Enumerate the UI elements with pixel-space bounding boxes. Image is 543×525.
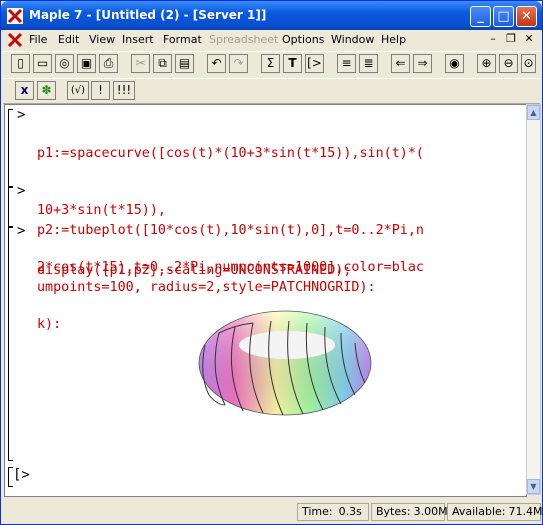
- copy-icon[interactable]: ⧉: [153, 54, 172, 73]
- maple-leaf-icon[interactable]: ✽: [37, 81, 56, 100]
- open-url-icon[interactable]: ◎: [55, 54, 74, 73]
- menu-insert[interactable]: Insert: [122, 33, 154, 46]
- forward-arrow-icon[interactable]: ⇒: [413, 54, 432, 73]
- menu-view[interactable]: View: [89, 33, 115, 46]
- available-label: Available:: [452, 505, 506, 518]
- prompt: >: [17, 223, 26, 239]
- status-bytes: Bytes: 3.00M: [371, 503, 448, 521]
- zoom-more-icon[interactable]: ⊙: [521, 54, 536, 73]
- menu-file[interactable]: File: [29, 33, 47, 46]
- doc-minimize-icon[interactable]: –: [485, 32, 501, 46]
- close-icon: ✕: [521, 9, 532, 24]
- status-time: Time: 0.3s: [297, 503, 369, 521]
- input-line[interactable]: display({p1,p2},scaling=UNCONSTRAINED);: [37, 223, 351, 318]
- code-line: display({p1,p2},scaling=UNCONSTRAINED);: [37, 263, 352, 278]
- doc-restore-icon[interactable]: ❐: [503, 32, 519, 46]
- new-file-icon[interactable]: ▯: [11, 54, 30, 73]
- redo-icon[interactable]: ↷: [229, 54, 248, 73]
- status-bar: Time: 0.3s Bytes: 3.00M Available: 71.4M: [1, 500, 542, 522]
- maximize-button[interactable]: □: [493, 6, 514, 27]
- bytes-label: Bytes:: [376, 505, 411, 518]
- menu-edit[interactable]: Edit: [58, 33, 79, 46]
- undo-icon[interactable]: ↶: [207, 54, 226, 73]
- torus-plot[interactable]: [185, 305, 385, 425]
- execute-all-button[interactable]: !!!: [113, 81, 135, 100]
- scroll-up-arrow-icon[interactable]: ▲: [527, 105, 540, 120]
- open-file-icon[interactable]: ▭: [33, 54, 52, 73]
- paste-icon[interactable]: ▤: [175, 54, 194, 73]
- title-bar: Maple 7 - [Untitled (2) - [Server 1]] _ …: [1, 1, 542, 30]
- execution-group-bracket[interactable]: [8, 227, 13, 461]
- available-value: 71.4M: [508, 505, 543, 518]
- insert-execution-group-button[interactable]: [>: [305, 54, 324, 73]
- minimize-button[interactable]: _: [470, 6, 491, 27]
- bytes-value: 3.00M: [413, 505, 448, 518]
- execution-group-bracket[interactable]: [8, 187, 13, 227]
- text-input-toggle-button[interactable]: (√): [67, 81, 89, 100]
- prompt: >: [17, 183, 26, 199]
- window-title: Maple 7 - [Untitled (2) - [Server 1]]: [29, 8, 267, 22]
- menu-spreadsheet[interactable]: Spreadsheet: [209, 33, 278, 46]
- back-arrow-icon[interactable]: ⇐: [391, 54, 410, 73]
- vertical-scrollbar[interactable]: ▲ ▼: [526, 104, 541, 495]
- close-button[interactable]: ✕: [516, 6, 537, 27]
- insert-math-button[interactable]: Σ: [261, 54, 280, 73]
- menu-window[interactable]: Window: [331, 33, 374, 46]
- outdent-icon[interactable]: ≡: [337, 54, 356, 73]
- menu-format[interactable]: Format: [163, 33, 202, 46]
- cut-icon[interactable]: ✂: [131, 54, 150, 73]
- execution-group-bracket[interactable]: [8, 109, 13, 187]
- code-line: p1:=spacecurve([cos(t)*(10+3*sin(t*15)),…: [37, 146, 424, 161]
- worksheet[interactable]: > p1:=spacecurve([cos(t)*(10+3*sin(t*15)…: [4, 104, 527, 497]
- maximize-icon: □: [497, 9, 510, 24]
- menu-bar: File Edit View Insert Format Spreadsheet…: [1, 30, 542, 50]
- maple-app-icon[interactable]: [7, 8, 23, 24]
- execute-button[interactable]: !: [91, 81, 110, 100]
- indent-icon[interactable]: ≣: [359, 54, 378, 73]
- zoom-in-icon[interactable]: ⊕: [477, 54, 496, 73]
- context-toolbar: x ✽ (√) ! !!!: [3, 78, 540, 104]
- minimize-icon: _: [477, 9, 484, 24]
- zoom-out-icon[interactable]: ⊖: [499, 54, 518, 73]
- menu-options[interactable]: Options: [282, 33, 324, 46]
- prompt: >: [17, 107, 26, 123]
- empty-prompt[interactable]: [>: [13, 467, 30, 483]
- scroll-down-arrow-icon[interactable]: ▼: [527, 479, 540, 494]
- status-available: Available: 71.4M: [447, 503, 543, 521]
- maple-window: Maple 7 - [Untitled (2) - [Server 1]] _ …: [0, 0, 543, 525]
- stop-icon[interactable]: ◉: [445, 54, 464, 73]
- insert-text-button[interactable]: T: [283, 54, 302, 73]
- time-label: Time:: [302, 505, 333, 518]
- print-icon[interactable]: ⎙: [99, 54, 118, 73]
- math-mode-icon[interactable]: x: [15, 81, 34, 100]
- save-icon[interactable]: ▣: [77, 54, 96, 73]
- doc-close-icon[interactable]: ✕: [521, 32, 537, 46]
- menu-help[interactable]: Help: [381, 33, 406, 46]
- document-icon[interactable]: [7, 32, 23, 48]
- time-value: 0.3s: [338, 505, 362, 518]
- main-toolbar: ▯ ▭ ◎ ▣ ⎙ ✂ ⧉ ▤ ↶ ↷ Σ T [> ≡ ≣ ⇐ ⇒ ◉ ⊕ ⊖…: [3, 51, 540, 79]
